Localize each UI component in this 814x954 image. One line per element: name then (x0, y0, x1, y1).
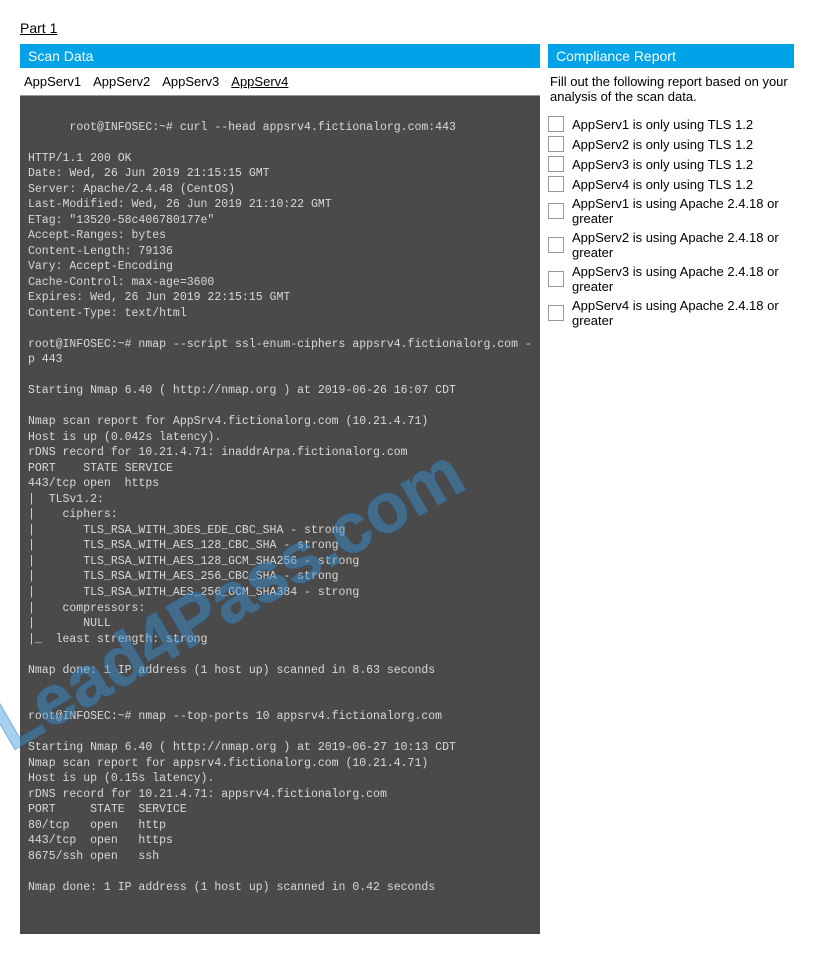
check-row-1: AppServ2 is only using TLS 1.2 (548, 134, 794, 154)
scan-data-header: Scan Data (20, 44, 540, 68)
check-label-3: AppServ4 is only using TLS 1.2 (572, 177, 753, 192)
check-row-2: AppServ3 is only using TLS 1.2 (548, 154, 794, 174)
check-row-4: AppServ1 is using Apache 2.4.18 or great… (548, 194, 794, 228)
checkbox-5[interactable] (548, 237, 564, 253)
tab-appserv1[interactable]: AppServ1 (24, 74, 81, 89)
server-tabs: AppServ1 AppServ2 AppServ3 AppServ4 (20, 68, 540, 96)
compliance-panel: Compliance Report Fill out the following… (548, 44, 794, 934)
checkbox-1[interactable] (548, 136, 564, 152)
scan-data-panel: Scan Data AppServ1 AppServ2 AppServ3 App… (20, 44, 540, 934)
compliance-header: Compliance Report (548, 44, 794, 68)
checkbox-2[interactable] (548, 156, 564, 172)
tab-appserv2[interactable]: AppServ2 (93, 74, 150, 89)
compliance-instruction: Fill out the following report based on y… (548, 68, 794, 114)
check-label-7: AppServ4 is using Apache 2.4.18 or great… (572, 298, 794, 328)
main-container: Scan Data AppServ1 AppServ2 AppServ3 App… (20, 44, 794, 934)
check-label-4: AppServ1 is using Apache 2.4.18 or great… (572, 196, 794, 226)
terminal-text: root@INFOSEC:~# curl --head appsrv4.fict… (28, 121, 532, 894)
check-row-5: AppServ2 is using Apache 2.4.18 or great… (548, 228, 794, 262)
check-row-0: AppServ1 is only using TLS 1.2 (548, 114, 794, 134)
check-label-2: AppServ3 is only using TLS 1.2 (572, 157, 753, 172)
check-row-3: AppServ4 is only using TLS 1.2 (548, 174, 794, 194)
terminal-output: root@INFOSEC:~# curl --head appsrv4.fict… (20, 96, 540, 934)
check-label-0: AppServ1 is only using TLS 1.2 (572, 117, 753, 132)
tab-appserv3[interactable]: AppServ3 (162, 74, 219, 89)
checkbox-0[interactable] (548, 116, 564, 132)
check-label-6: AppServ3 is using Apache 2.4.18 or great… (572, 264, 794, 294)
check-label-5: AppServ2 is using Apache 2.4.18 or great… (572, 230, 794, 260)
checkbox-7[interactable] (548, 305, 564, 321)
check-label-1: AppServ2 is only using TLS 1.2 (572, 137, 753, 152)
check-row-6: AppServ3 is using Apache 2.4.18 or great… (548, 262, 794, 296)
check-row-7: AppServ4 is using Apache 2.4.18 or great… (548, 296, 794, 330)
tab-appserv4[interactable]: AppServ4 (231, 74, 288, 89)
checkbox-6[interactable] (548, 271, 564, 287)
checkbox-4[interactable] (548, 203, 564, 219)
part-link[interactable]: Part 1 (20, 20, 57, 36)
checkbox-3[interactable] (548, 176, 564, 192)
